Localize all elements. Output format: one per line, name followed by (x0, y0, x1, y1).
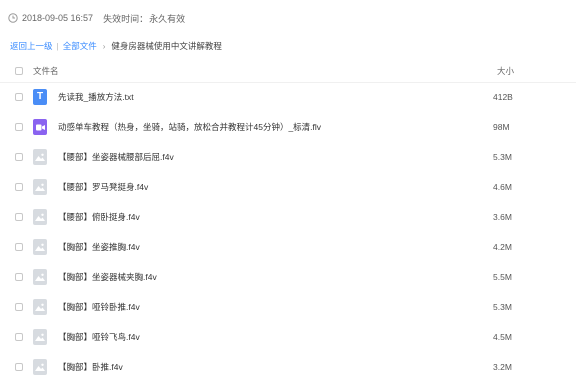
back-link[interactable]: 返回上一级 (10, 40, 53, 52)
f4v-file-icon (33, 209, 47, 225)
breadcrumb-separator: | (56, 41, 59, 51)
row-checkbox[interactable] (15, 333, 23, 341)
file-name[interactable]: 【胸部】卧推.f4v (58, 352, 123, 382)
row-checkbox[interactable] (15, 363, 23, 371)
video-file-icon (33, 119, 47, 135)
f4v-file-icon (33, 329, 47, 345)
file-size: 5.5M (493, 272, 512, 282)
file-size: 4.5M (493, 332, 512, 342)
file-name[interactable]: 动感单车教程（热身，坐骑，站骑，放松合并教程计45分钟）_标清.flv (58, 112, 321, 142)
file-row[interactable]: T 先读我_播放方法.txt 412B (0, 82, 576, 112)
file-size: 5.3M (493, 152, 512, 162)
all-files-link[interactable]: 全部文件 (63, 40, 97, 52)
select-all-checkbox[interactable] (15, 67, 23, 75)
file-size: 3.6M (493, 212, 512, 222)
current-folder: 健身房器械使用中文讲解教程 (111, 41, 222, 51)
f4v-file-icon (33, 359, 47, 375)
column-header-size[interactable]: 大小 (497, 65, 514, 77)
file-row[interactable]: 动感单车教程（热身，坐骑，站骑，放松合并教程计45分钟）_标清.flv 98M (0, 112, 576, 142)
file-row[interactable]: 【胸部】哑铃飞鸟.f4v 4.5M (0, 322, 576, 352)
file-row[interactable]: 【腰部】罗马凳挺身.f4v 4.6M (0, 172, 576, 202)
file-name[interactable]: 【腰部】罗马凳挺身.f4v (58, 172, 148, 202)
file-name[interactable]: 【腰部】坐姿器械腰部后屈.f4v (58, 142, 174, 172)
row-checkbox[interactable] (15, 213, 23, 221)
share-info: 2018-09-05 16:57 失效时间： 永久有效 (8, 9, 185, 27)
file-list: T 先读我_播放方法.txt 412B 动感单车教程（热身，坐骑，站骑，放松合并教程计… (0, 82, 576, 382)
file-size: 4.6M (493, 182, 512, 192)
file-row[interactable]: 【胸部】哑铃卧推.f4v 5.3M (0, 292, 576, 322)
file-size: 412B (493, 92, 513, 102)
file-size: 5.3M (493, 302, 512, 312)
breadcrumb-arrow: › (102, 41, 106, 51)
clock-icon (8, 13, 18, 23)
f4v-file-icon (33, 179, 47, 195)
file-name[interactable]: 【腰部】俯卧挺身.f4v (58, 202, 140, 232)
file-name[interactable]: 【胸部】坐姿推胸.f4v (58, 232, 140, 262)
row-checkbox[interactable] (15, 303, 23, 311)
column-header-name[interactable]: 文件名 (33, 65, 59, 77)
file-name[interactable]: 先读我_播放方法.txt (58, 82, 134, 112)
file-row[interactable]: 【腰部】俯卧挺身.f4v 3.6M (0, 202, 576, 232)
file-name[interactable]: 【胸部】哑铃卧推.f4v (58, 292, 140, 322)
row-checkbox[interactable] (15, 123, 23, 131)
expire-value: 永久有效 (149, 13, 186, 24)
file-row[interactable]: 【胸部】卧推.f4v 3.2M (0, 352, 576, 382)
created-time: 2018-09-05 16:57 (22, 13, 94, 23)
row-checkbox[interactable] (15, 153, 23, 161)
file-row[interactable]: 【胸部】坐姿器械夹胸.f4v 5.5M (0, 262, 576, 292)
breadcrumb: 返回上一级 | 全部文件 › 健身房器械使用中文讲解教程 (10, 39, 222, 53)
f4v-file-icon (33, 299, 47, 315)
row-checkbox[interactable] (15, 243, 23, 251)
row-checkbox[interactable] (15, 93, 23, 101)
file-size: 98M (493, 122, 510, 132)
file-size: 4.2M (493, 242, 512, 252)
txt-file-icon: T (33, 89, 47, 105)
file-row[interactable]: 【胸部】坐姿推胸.f4v 4.2M (0, 232, 576, 262)
f4v-file-icon (33, 269, 47, 285)
f4v-file-icon (33, 239, 47, 255)
file-name[interactable]: 【胸部】哑铃飞鸟.f4v (58, 322, 140, 352)
row-checkbox[interactable] (15, 273, 23, 281)
file-row[interactable]: 【腰部】坐姿器械腰部后屈.f4v 5.3M (0, 142, 576, 172)
file-size: 3.2M (493, 362, 512, 372)
f4v-file-icon (33, 149, 47, 165)
file-name[interactable]: 【胸部】坐姿器械夹胸.f4v (58, 262, 157, 292)
row-checkbox[interactable] (15, 183, 23, 191)
expire-label: 失效时间： (103, 13, 149, 24)
file-list-header: 文件名 大小 (0, 60, 576, 83)
